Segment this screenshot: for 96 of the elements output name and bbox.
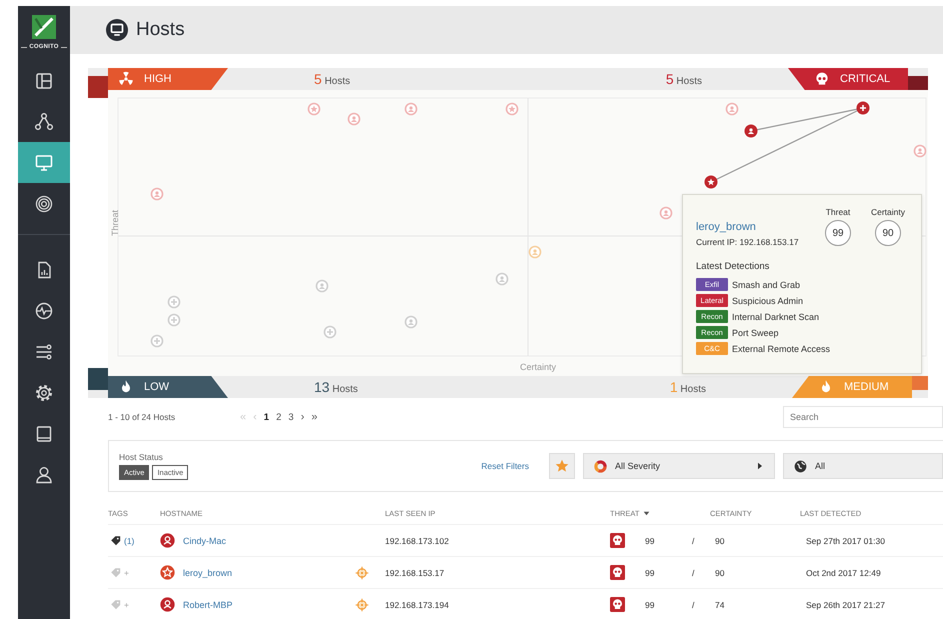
hostname-link[interactable]: Robert-MBP — [183, 600, 233, 610]
quadrant-label[interactable]: CRITICAL — [788, 68, 908, 90]
certainty-score: 74 — [714, 600, 726, 610]
page-link[interactable]: 1 — [264, 412, 270, 422]
radar-icon — [34, 194, 54, 214]
host-marker-icon[interactable] — [168, 296, 180, 308]
host-marker-icon[interactable] — [726, 102, 738, 116]
ip-address: 192.168.153.17 — [385, 568, 446, 578]
host-marker-icon[interactable] — [528, 246, 542, 258]
page-title: Hosts — [136, 19, 185, 41]
group-dropdown[interactable]: All — [783, 453, 943, 479]
host-marker-icon[interactable] — [660, 206, 672, 220]
host-marker-icon[interactable] — [324, 326, 336, 338]
page-link[interactable]: 3 — [288, 412, 294, 422]
axis-label: Threat — [110, 210, 120, 236]
certainty-score: 90 — [714, 568, 726, 578]
book-icon — [34, 424, 54, 444]
separator-text: / — [691, 600, 696, 610]
sort-arrow-icon — [643, 510, 650, 516]
skull-icon — [610, 533, 625, 548]
ip-address: 192.168.173.194 — [385, 600, 450, 610]
date-text: Sep 27th 2017 01:30 — [805, 536, 886, 546]
threat-score: 99 — [644, 568, 656, 578]
ip-address: 192.168.173.102 — [385, 536, 450, 546]
user-icon — [34, 464, 54, 484]
skull-icon — [610, 565, 625, 580]
hostname-link[interactable]: leroy_brown — [183, 568, 232, 578]
detection-name: Suspicious Admin — [732, 296, 804, 306]
host-marker-icon[interactable] — [506, 102, 518, 116]
skull-icon — [814, 71, 830, 87]
reset-filters-link[interactable]: Reset Filters — [481, 461, 529, 471]
date-text: Sep 26th 2017 21:27 — [805, 600, 886, 610]
results-summary: 1 - 10 of 24 Hosts — [108, 412, 176, 422]
page-link[interactable]: 2 — [276, 412, 282, 422]
host-marker-icon[interactable] — [150, 334, 164, 348]
search-field[interactable]: Search — [783, 406, 943, 428]
user-badge-icon — [160, 597, 175, 612]
quadrant-label[interactable]: HIGH — [108, 68, 228, 90]
skull-icon — [610, 597, 625, 612]
threat-score: 99 — [644, 600, 656, 610]
pulse-icon — [34, 300, 54, 320]
detection-name: Internal Darknet Scan — [732, 312, 820, 322]
host-marker-icon[interactable] — [914, 144, 926, 158]
network-icon — [34, 112, 54, 132]
section-title: Latest Detections — [696, 261, 770, 272]
score-value: 99 — [825, 220, 851, 246]
host-marker-icon[interactable] — [348, 112, 360, 126]
separator-text: / — [691, 568, 696, 578]
ip-text: Current IP: 192.168.153.17 — [696, 237, 800, 247]
host-link[interactable]: leroy_brown — [696, 221, 809, 233]
host-marker-icon[interactable] — [150, 188, 164, 200]
host-marker-icon[interactable] — [856, 102, 870, 114]
last-page-link[interactable]: » — [311, 411, 318, 423]
dashboard-icon — [34, 70, 54, 90]
host-count: 5 Hosts — [314, 71, 350, 87]
quadrant-label[interactable]: LOW — [108, 376, 228, 398]
user-badge-icon — [160, 533, 175, 548]
host-marker-icon[interactable] — [168, 314, 180, 326]
filter-label: Host Status — [119, 452, 164, 462]
next-page-link[interactable]: › — [300, 411, 304, 423]
severity-dropdown[interactable]: All Severity — [583, 453, 775, 479]
host-marker-icon[interactable] — [316, 280, 328, 292]
axis-label: Certainty — [520, 362, 556, 372]
sliders-icon — [34, 342, 54, 362]
tag-count[interactable]: (1) — [124, 536, 134, 546]
host-marker-icon[interactable] — [744, 124, 758, 138]
score-value: 90 — [875, 220, 901, 246]
detection-name: Smash and Grab — [732, 280, 800, 290]
host-marker-icon[interactable] — [404, 316, 418, 328]
host-count: 5 Hosts — [666, 71, 702, 87]
hosts-icon — [106, 19, 128, 41]
caret-icon — [756, 462, 764, 470]
star-badge-icon — [160, 565, 175, 580]
settings-icon — [34, 382, 54, 402]
certainty-score: 90 — [714, 536, 726, 546]
star-icon — [555, 459, 569, 473]
threat-score: 99 — [644, 536, 656, 546]
host-count: 13 Hosts — [314, 379, 358, 395]
host-marker-icon[interactable] — [308, 102, 320, 116]
hostname-link[interactable]: Cindy-Mac — [183, 536, 226, 546]
host-marker-icon[interactable] — [704, 176, 718, 188]
detection-name: Port Sweep — [732, 328, 779, 338]
detection-name: External Remote Access — [732, 344, 830, 354]
donut-icon — [594, 460, 607, 472]
score-label: Threat — [826, 207, 850, 217]
host-marker-icon[interactable] — [404, 102, 418, 116]
host-marker-icon[interactable] — [496, 272, 508, 286]
score-label: Certainty — [870, 207, 905, 217]
logo-icon — [32, 15, 56, 39]
monitor-icon — [34, 152, 54, 172]
globe-icon — [794, 460, 807, 472]
favorites-button[interactable] — [549, 453, 575, 479]
host-count: 1 Hosts — [670, 379, 706, 395]
separator-text: / — [691, 536, 696, 546]
radiation-icon — [118, 71, 134, 87]
date-text: Oct 2nd 2017 12:49 — [805, 568, 882, 578]
